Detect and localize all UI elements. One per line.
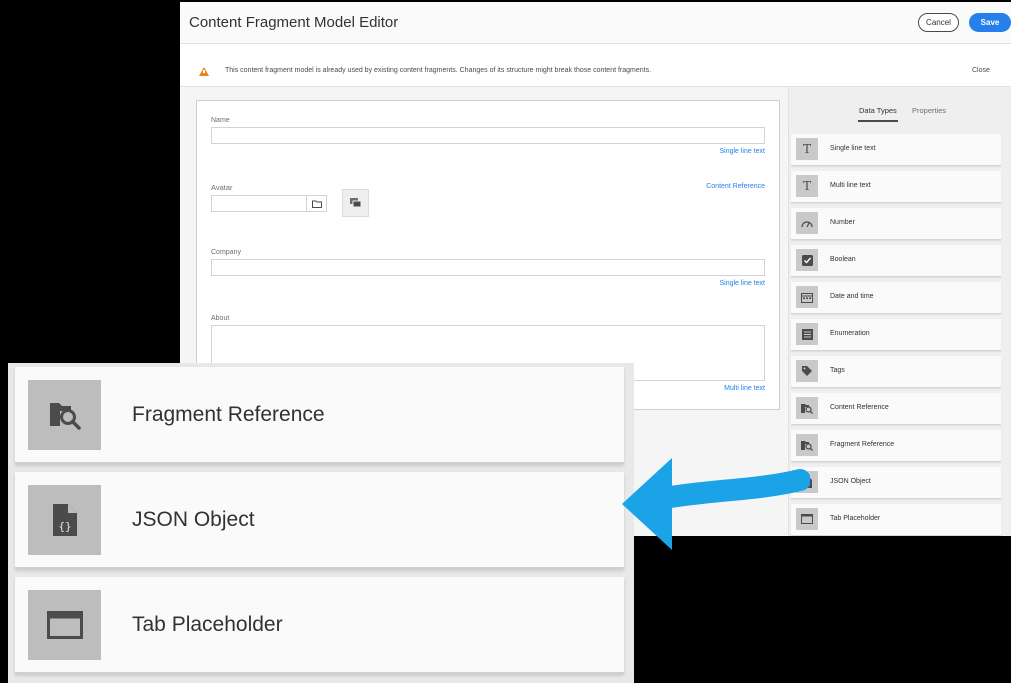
data-type-fragment-reference[interactable]: Fragment Reference [791, 430, 1001, 462]
text-icon: T [796, 138, 818, 160]
data-type-number[interactable]: Number [791, 208, 1001, 240]
data-type-label: Content Reference [830, 404, 889, 411]
zoom-item-tab-placeholder[interactable]: Tab Placeholder [15, 577, 624, 674]
list-icon [796, 323, 818, 345]
data-type-label: Single line text [830, 145, 876, 152]
browse-button[interactable] [307, 195, 327, 212]
folder-search-icon [796, 397, 818, 419]
zoom-item-label: Fragment Reference [132, 403, 325, 426]
data-type-label: Date and time [830, 293, 874, 300]
warning-icon [199, 67, 209, 76]
zoom-item-json-object[interactable]: {} JSON Object [15, 472, 624, 569]
data-type-content-reference[interactable]: Content Reference [791, 393, 1001, 425]
name-label: Name [211, 117, 230, 124]
svg-text:{}: {} [58, 520, 71, 533]
data-type-enumeration[interactable]: Enumeration [791, 319, 1001, 351]
calendar-icon [796, 286, 818, 308]
avatar-label: Avatar [211, 183, 233, 192]
tab-data-types[interactable]: Data Types [858, 106, 898, 122]
tab-properties[interactable]: Properties [912, 106, 946, 115]
zoomed-data-types-callout: Fragment Reference {} JSON Object Tab Pl… [8, 363, 634, 683]
company-type-label: Single line text [719, 280, 765, 287]
tab-window-icon [28, 590, 101, 660]
data-type-label: Number [830, 219, 855, 226]
data-type-tags[interactable]: Tags [791, 356, 1001, 388]
company-label: Company [211, 249, 241, 256]
gauge-icon [796, 212, 818, 234]
panel-tabs: Data Types Properties [789, 87, 1011, 131]
data-type-label: Boolean [830, 256, 856, 263]
avatar-type-label: Content Reference [706, 183, 765, 190]
checkbox-icon [796, 249, 818, 271]
zoom-item-label: Tab Placeholder [132, 613, 283, 636]
callout-arrow-icon [622, 458, 810, 550]
alert-message: This content fragment model is already u… [225, 67, 652, 74]
zoom-item-label: JSON Object [132, 508, 255, 531]
data-type-tab-placeholder[interactable]: Tab Placeholder [791, 504, 1001, 536]
data-type-label: Multi line text [830, 182, 871, 189]
data-type-multi-line-text[interactable]: T Multi line text [791, 171, 1001, 203]
data-type-boolean[interactable]: Boolean [791, 245, 1001, 277]
folder-icon [311, 200, 322, 208]
image-icon [349, 198, 361, 208]
json-file-icon: {} [28, 485, 101, 555]
about-type-label: Multi line text [724, 385, 765, 392]
data-type-single-line-text[interactable]: T Single line text [791, 134, 1001, 166]
warning-alert: This content fragment model is already u… [180, 58, 1011, 87]
alert-close-button[interactable]: Close [972, 67, 990, 74]
data-type-label: Enumeration [830, 330, 870, 337]
page-title: Content Fragment Model Editor [189, 14, 399, 31]
company-field[interactable] [211, 259, 765, 276]
folder-search-icon [28, 380, 101, 450]
zoom-item-fragment-reference[interactable]: Fragment Reference [15, 367, 624, 464]
data-type-label: Tags [830, 367, 845, 374]
avatar-path-field[interactable] [211, 195, 307, 212]
name-field[interactable] [211, 127, 765, 144]
data-types-panel: Data Types Properties T Single line text… [788, 87, 1011, 536]
cancel-button[interactable]: Cancel [918, 13, 959, 32]
editor-header: Content Fragment Model Editor Cancel Sav… [180, 2, 1011, 44]
save-button[interactable]: Save [969, 13, 1011, 32]
data-type-label: Fragment Reference [830, 441, 895, 448]
data-type-json-object[interactable]: {} JSON Object [791, 467, 1001, 499]
tag-icon [796, 360, 818, 382]
text-icon: T [796, 175, 818, 197]
name-type-label: Single line text [719, 148, 765, 155]
data-type-label: Tab Placeholder [830, 515, 881, 522]
avatar-preview [342, 189, 369, 217]
data-type-date-and-time[interactable]: Date and time [791, 282, 1001, 314]
data-type-label: JSON Object [830, 478, 871, 485]
about-label: About [211, 315, 230, 322]
